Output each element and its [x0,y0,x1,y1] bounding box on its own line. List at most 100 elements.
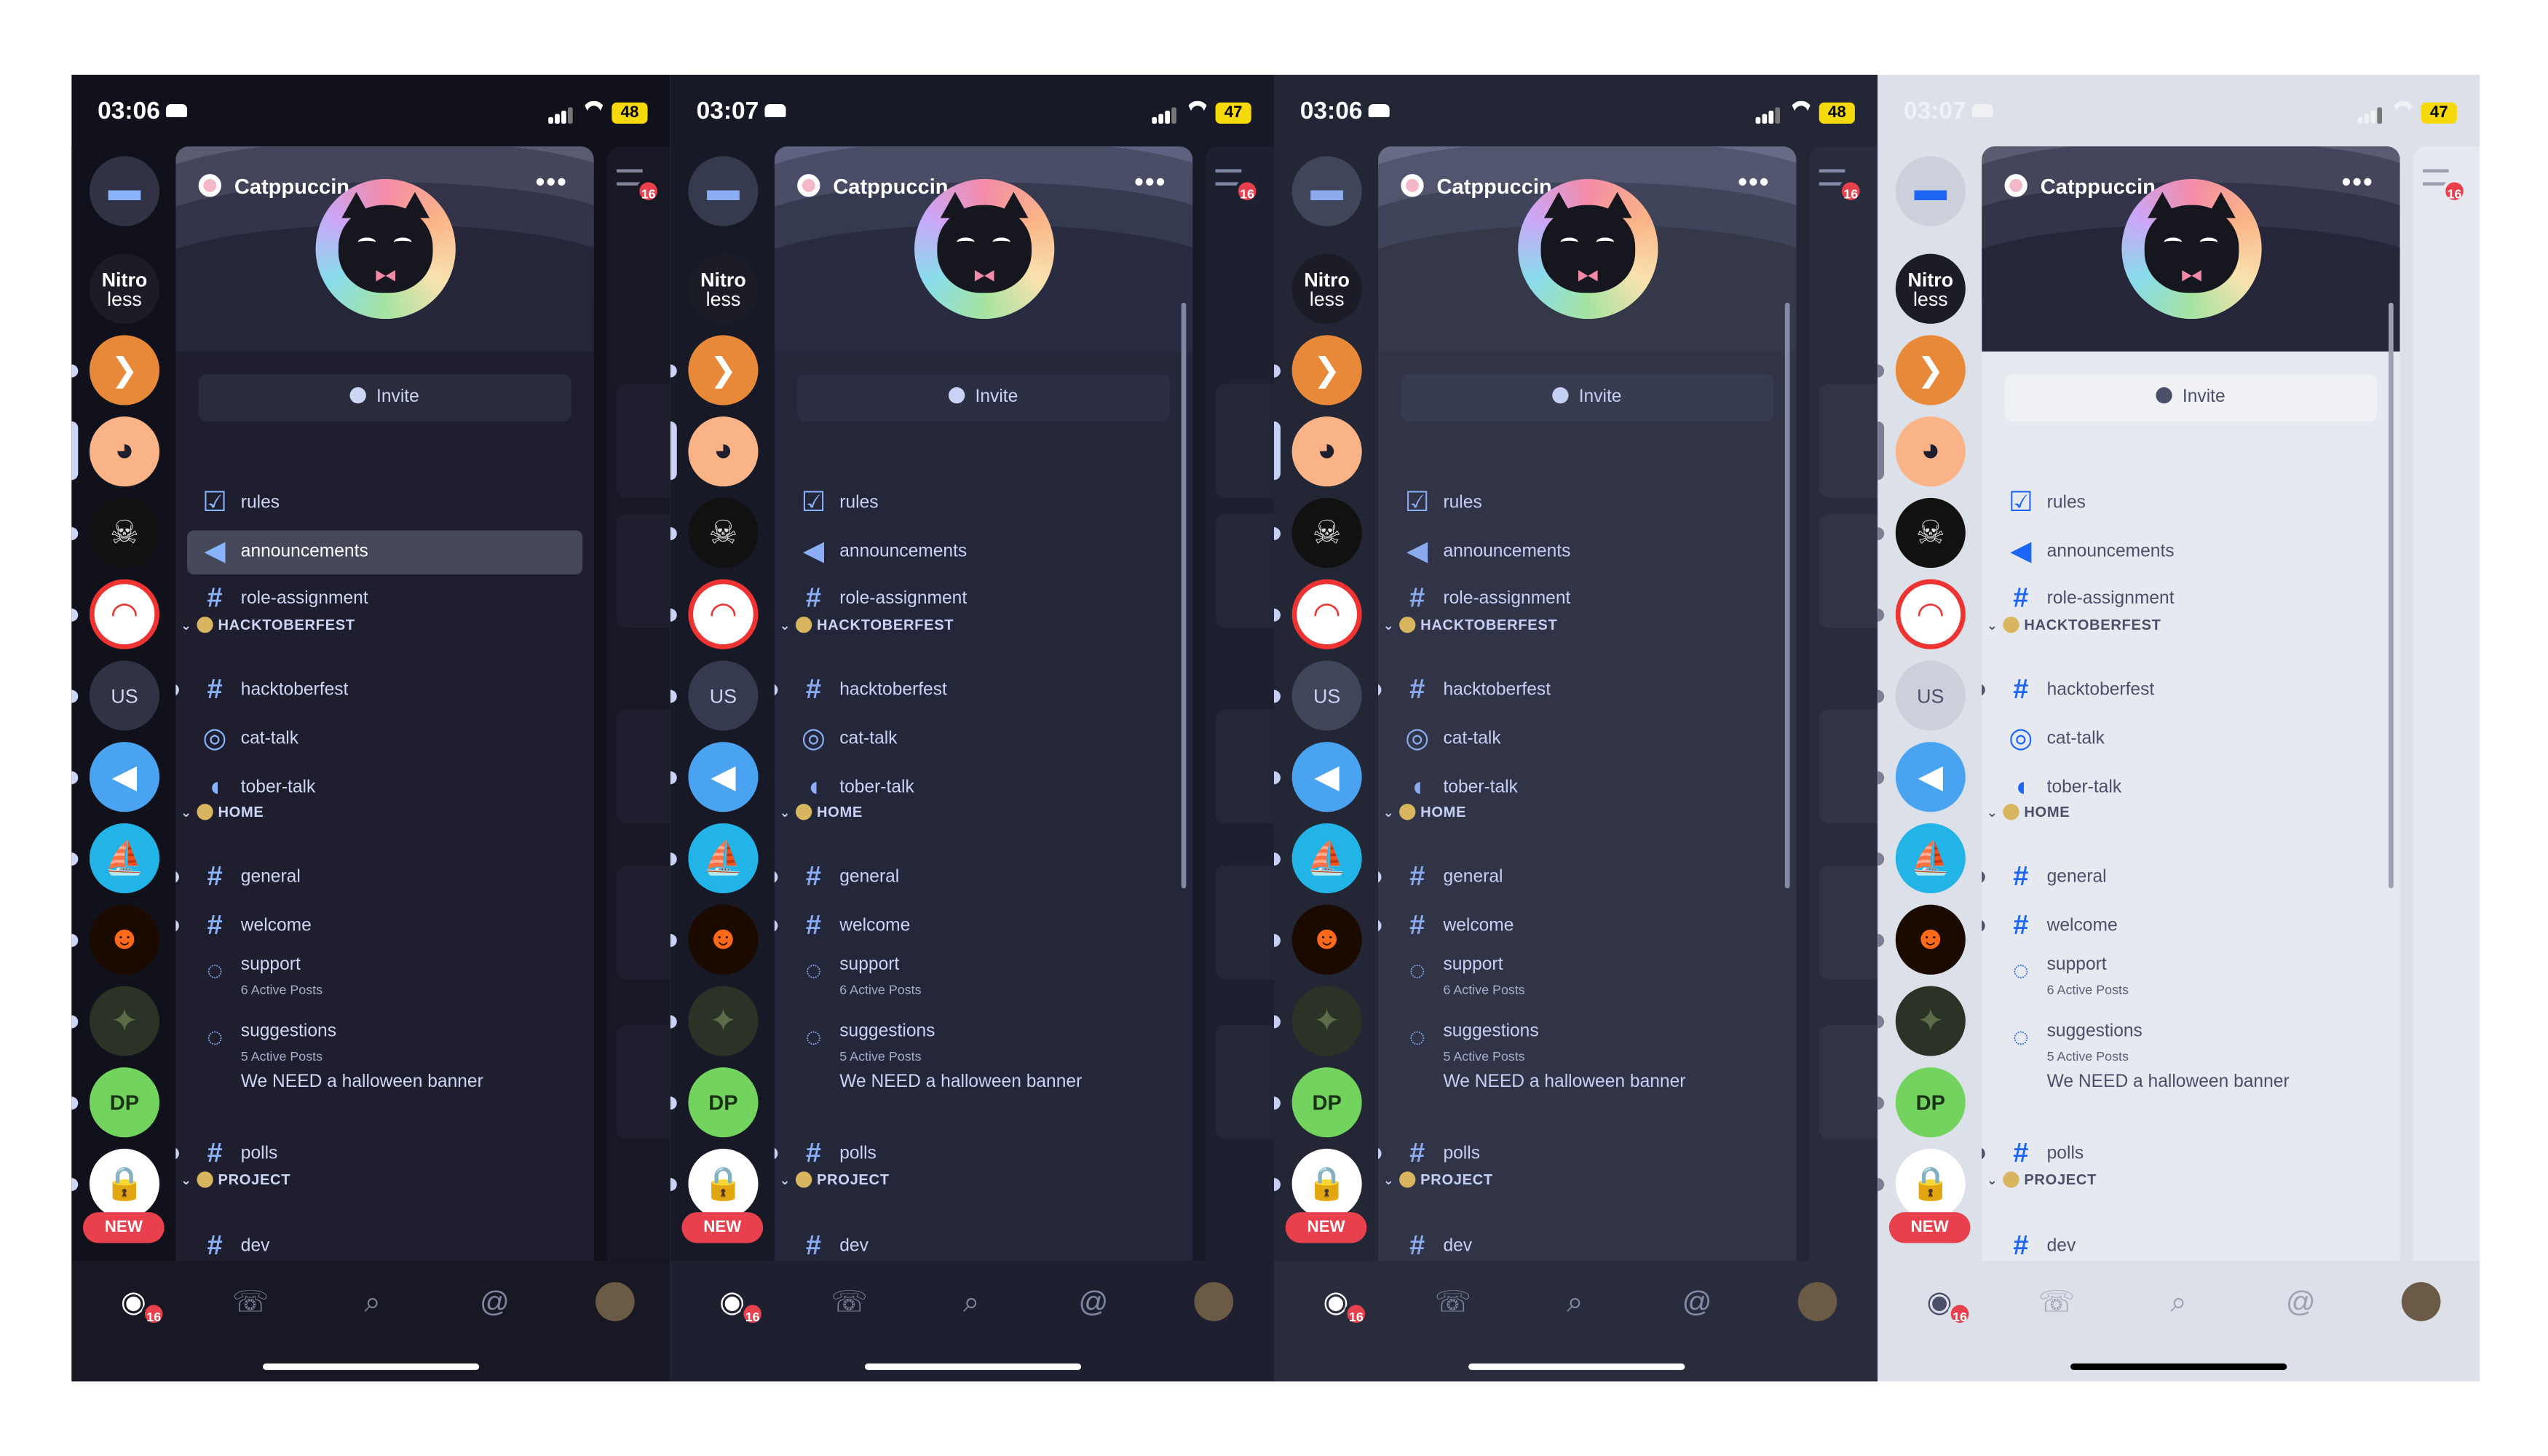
rules-channel[interactable]: ☑ rules [1993,482,2389,526]
category-hacktoberfest[interactable]: ⌄ HACKTOBERFEST [1987,617,2161,639]
server-us[interactable]: US [688,660,759,731]
general-channel[interactable]: # general [1390,856,1785,900]
announcements-channel[interactable]: ◀ announcements [187,530,583,574]
mention-icon[interactable]: @ [2281,1282,2320,1321]
suggestions-forum[interactable]: ◌ suggestions 5 Active Posts [187,1017,582,1069]
avatar[interactable] [2401,1282,2441,1321]
friends-icon[interactable]: ☏ [2037,1282,2076,1321]
server-dank-pods[interactable]: DP [89,1067,160,1138]
server-name[interactable]: Catppuccin [2041,174,2156,199]
more-icon[interactable]: ••• [2342,169,2374,198]
server-megaphone[interactable]: ◀ [688,742,759,812]
support-forum[interactable]: ◌ support 6 Active Posts [786,950,1182,1002]
server-forest[interactable]: ✦ [1895,986,1966,1056]
avatar[interactable] [1797,1282,1837,1321]
dm-button[interactable]: ▬ [688,156,759,226]
server-terminal[interactable]: ❯ [89,335,160,405]
server-ghost[interactable]: ☻ [89,904,160,975]
server-catppuccin[interactable]: ◕ [688,416,759,487]
server-skull[interactable]: ☠ [1895,497,1966,569]
server-ship[interactable]: ⛵ [688,823,759,894]
server-forest[interactable]: ✦ [89,986,160,1056]
server-dank-pods[interactable]: DP [1895,1067,1966,1138]
server-nitroless[interactable]: Nitro less [89,253,160,324]
server-headphones[interactable]: ◠ [89,579,160,649]
category-project[interactable]: ⌄ PROJECT [181,1171,290,1194]
thread-halloween-banner[interactable]: We NEED a halloween banner [2047,1072,2290,1092]
dev-channel[interactable]: # dev [187,1225,582,1261]
server-ghost[interactable]: ☻ [688,904,759,975]
category-hacktoberfest[interactable]: ⌄ HACKTOBERFEST [181,617,355,639]
dm-button[interactable]: ▬ [89,156,160,226]
welcome-channel[interactable]: # welcome [187,905,582,949]
server-lock[interactable]: 🔒 [1291,1148,1362,1219]
suggestions-forum[interactable]: ◌ suggestions 5 Active Posts [786,1017,1182,1069]
polls-channel[interactable]: # polls [187,1133,582,1176]
chat-pane-peek[interactable]: 16 [1809,146,1878,1262]
thread-halloween-banner[interactable]: We NEED a halloween banner [241,1072,483,1092]
server-terminal[interactable]: ❯ [1895,335,1966,405]
server-skull[interactable]: ☠ [89,497,160,569]
invite-button[interactable]: Invite [1401,374,1774,422]
announcements-channel[interactable]: ◀ announcements [1993,531,2389,574]
server-catppuccin[interactable]: ◕ [89,416,160,487]
friends-icon[interactable]: ☏ [231,1282,270,1321]
friends-icon[interactable]: ☏ [830,1282,869,1321]
server-nitroless[interactable]: Nitro less [1291,253,1362,324]
role-assignment-channel[interactable]: # role-assignment [187,577,582,621]
category-home[interactable]: ⌄ HOME [1987,804,2070,826]
server-lock[interactable]: 🔒 [688,1148,759,1219]
chat-pane-peek[interactable]: 16 [606,146,670,1262]
server-skull[interactable]: ☠ [1291,497,1362,569]
category-home[interactable]: ⌄ HOME [780,804,863,826]
suggestions-forum[interactable]: ◌ suggestions 5 Active Posts [1390,1017,1785,1069]
server-megaphone[interactable]: ◀ [89,742,160,812]
welcome-channel[interactable]: # welcome [1390,905,1785,949]
support-forum[interactable]: ◌ support 6 Active Posts [1390,950,1785,1002]
rules-channel[interactable]: ☑ rules [786,482,1182,526]
mention-icon[interactable]: @ [1677,1282,1717,1321]
server-ship[interactable]: ⛵ [89,823,160,894]
server-ghost[interactable]: ☻ [1895,904,1966,975]
scrollbar[interactable] [1784,302,1790,889]
announcements-channel[interactable]: ◀ announcements [1390,531,1785,574]
more-icon[interactable]: ••• [536,169,568,198]
server-dank-pods[interactable]: DP [688,1067,759,1138]
invite-button[interactable]: Invite [198,374,571,422]
server-headphones[interactable]: ◠ [1291,579,1362,649]
category-project[interactable]: ⌄ PROJECT [780,1171,890,1194]
server-megaphone[interactable]: ◀ [1291,742,1362,812]
welcome-channel[interactable]: # welcome [1993,905,2389,949]
server-headphones[interactable]: ◠ [1895,579,1966,649]
support-forum[interactable]: ◌ support 6 Active Posts [187,950,582,1002]
rules-channel[interactable]: ☑ rules [187,482,582,526]
dev-channel[interactable]: # dev [786,1225,1182,1261]
chat-pane-peek[interactable]: 16 [2413,146,2480,1262]
server-nitroless[interactable]: Nitro less [688,253,759,324]
server-dank-pods[interactable]: DP [1291,1067,1362,1138]
role-assignment-channel[interactable]: # role-assignment [786,577,1182,621]
hacktoberfest-channel[interactable]: # hacktoberfest [187,669,582,713]
server-ghost[interactable]: ☻ [1291,904,1362,975]
rules-channel[interactable]: ☑ rules [1390,482,1785,526]
dev-channel[interactable]: # dev [1390,1225,1785,1261]
friends-icon[interactable]: ☏ [1433,1282,1473,1321]
more-icon[interactable]: ••• [1134,169,1166,198]
more-icon[interactable]: ••• [1738,169,1770,198]
general-channel[interactable]: # general [187,856,582,900]
server-terminal[interactable]: ❯ [688,335,759,405]
chat-pane-peek[interactable]: 16 [1206,146,1275,1262]
server-name[interactable]: Catppuccin [833,174,948,199]
hacktoberfest-channel[interactable]: # hacktoberfest [1993,669,2389,713]
server-skull[interactable]: ☠ [688,497,759,569]
server-ship[interactable]: ⛵ [1291,823,1362,894]
category-project[interactable]: ⌄ PROJECT [1383,1171,1493,1194]
dev-channel[interactable]: # dev [1993,1225,2389,1261]
invite-button[interactable]: Invite [797,374,1170,422]
category-hacktoberfest[interactable]: ⌄ HACKTOBERFEST [1383,617,1558,639]
server-catppuccin[interactable]: ◕ [1291,416,1362,487]
invite-button[interactable]: Invite [2004,374,2378,422]
cat-talk-channel[interactable]: ◎ cat-talk [1993,718,2389,761]
polls-channel[interactable]: # polls [1390,1133,1785,1176]
server-us[interactable]: US [89,660,160,731]
